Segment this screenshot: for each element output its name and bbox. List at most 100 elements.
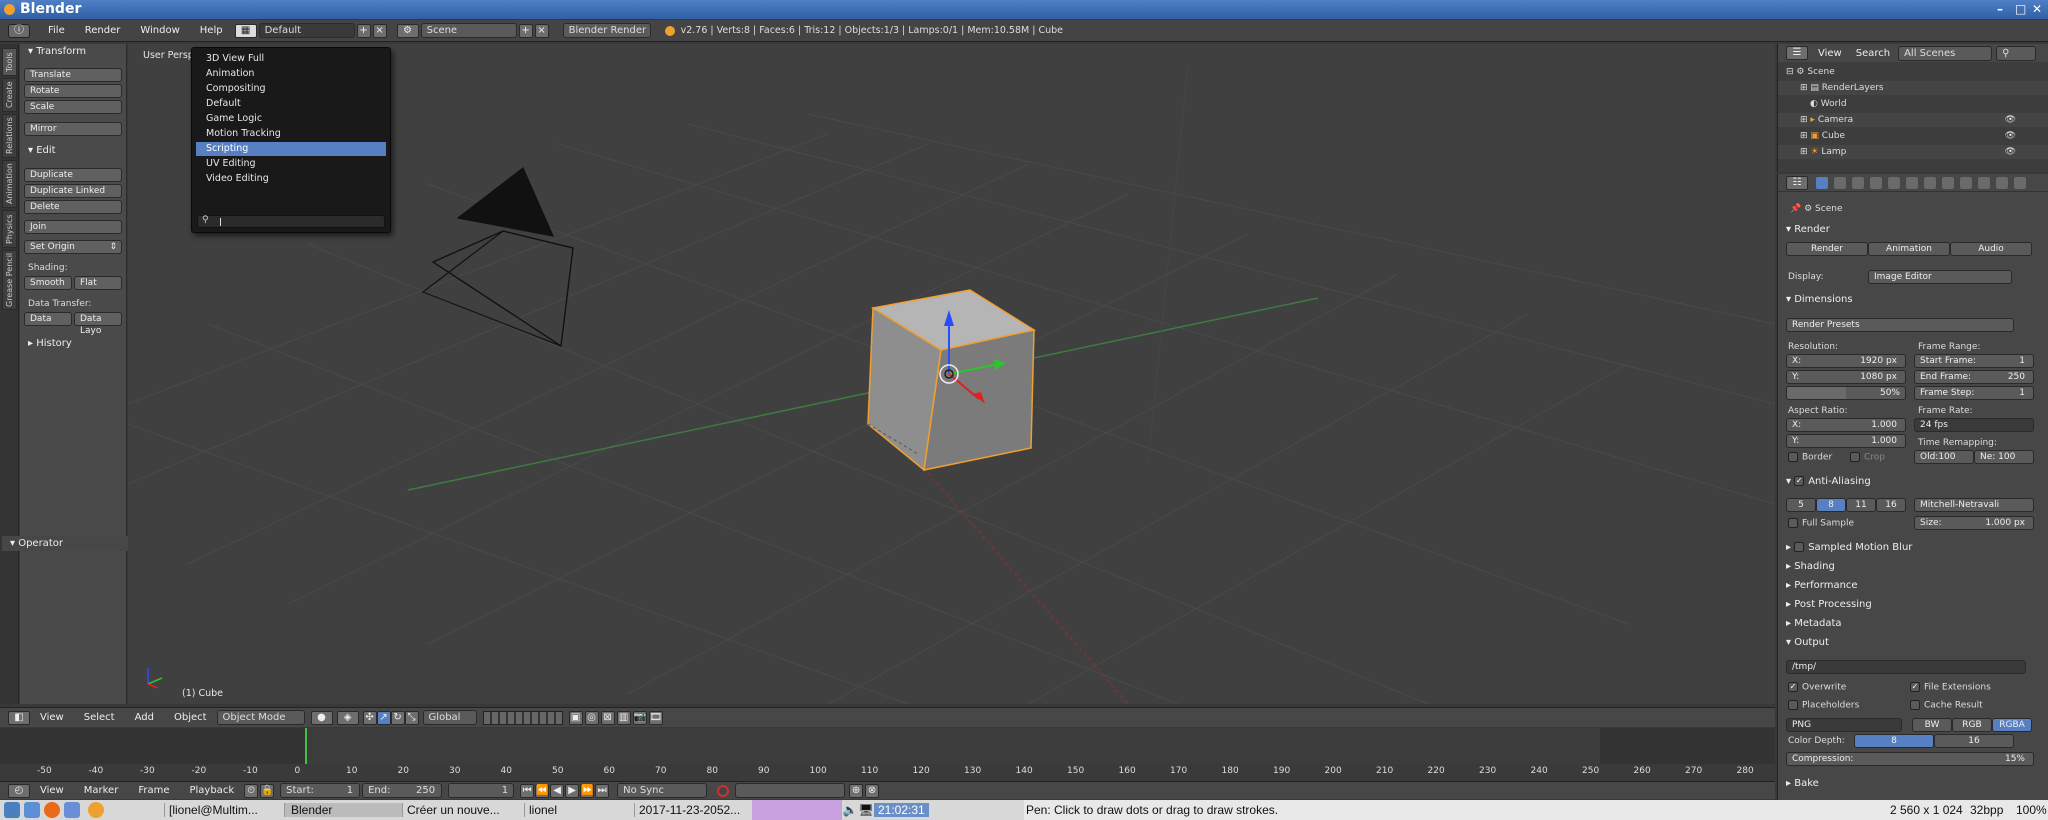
- frame-rate-select[interactable]: 24 fps: [1914, 418, 2034, 432]
- blender-launcher-icon[interactable]: [88, 802, 104, 818]
- render-panel-header[interactable]: ▾ Render: [1786, 224, 1830, 235]
- layout-option-animation[interactable]: Animation: [196, 67, 386, 81]
- tab-relations[interactable]: Relations: [2, 114, 17, 158]
- tab-grease-pencil[interactable]: Grease Pencil: [2, 250, 17, 310]
- bake-panel-header[interactable]: ▸ Bake: [1786, 778, 1819, 789]
- timeline-menu-playback[interactable]: Playback: [179, 785, 244, 796]
- color-bw-button[interactable]: BW: [1912, 718, 1952, 732]
- rotate-manipulator-icon[interactable]: ↻: [390, 710, 405, 725]
- jump-start-icon[interactable]: ⏮: [520, 783, 535, 798]
- world-tab-icon[interactable]: [1870, 176, 1882, 189]
- data-layout-button[interactable]: Data Layo: [74, 312, 122, 336]
- outliner-item-world[interactable]: ◐ World: [1778, 97, 2048, 111]
- aa-samples-11-button[interactable]: 11: [1846, 498, 1876, 512]
- pin-icon[interactable]: 📌: [1790, 204, 1801, 214]
- end-frame-field[interactable]: End: 250: [362, 783, 443, 798]
- checkbox-icon[interactable]: ✓: [1794, 476, 1805, 486]
- tab-animation[interactable]: Animation: [2, 160, 17, 208]
- resolution-y-field[interactable]: Y: 1080 px: [1786, 370, 1906, 384]
- add-layout-icon[interactable]: +: [356, 23, 371, 38]
- modifiers-tab-icon[interactable]: [1924, 176, 1936, 189]
- minimize-icon[interactable]: –: [1997, 0, 2003, 19]
- file-format-select[interactable]: PNG: [1786, 718, 1902, 732]
- outliner-display-select[interactable]: All Scenes: [1898, 45, 1993, 61]
- pivot-point-icon[interactable]: ◈: [336, 710, 359, 725]
- time-remap-new-field[interactable]: Ne: 100: [1974, 450, 2034, 464]
- visibility-eye-icon[interactable]: 👁: [2005, 113, 2016, 127]
- flat-button[interactable]: Flat: [74, 276, 122, 290]
- current-frame-indicator[interactable]: [305, 728, 307, 764]
- layout-option-uv-editing[interactable]: UV Editing: [196, 157, 386, 171]
- output-path-input[interactable]: /tmp/: [1786, 660, 2026, 674]
- screen-layout-icon[interactable]: ▦: [234, 23, 257, 38]
- translate-button[interactable]: Translate: [24, 68, 122, 82]
- preview-range-icon[interactable]: ⏲: [244, 783, 259, 798]
- menu-select[interactable]: Select: [74, 712, 125, 723]
- texture-tab-icon[interactable]: [1978, 176, 1990, 189]
- aa-filter-select[interactable]: Mitchell-Netravali: [1914, 498, 2034, 512]
- playback-controls[interactable]: ⏮ ⏪ ◀ ▶ ⏩ ⏭: [520, 783, 610, 798]
- mirror-button[interactable]: Mirror: [24, 122, 122, 136]
- history-panel-header[interactable]: ▸ History: [20, 336, 72, 351]
- delete-button[interactable]: Delete: [24, 200, 122, 214]
- scale-manipulator-icon[interactable]: ⤡: [404, 710, 419, 725]
- insert-keyframe-icon[interactable]: ⊕: [849, 783, 864, 798]
- outliner-search-input[interactable]: ⚲: [1996, 45, 2037, 61]
- viewport-shading-icon[interactable]: ●: [310, 710, 333, 725]
- dimensions-panel-header[interactable]: ▾ Dimensions: [1786, 294, 1853, 305]
- render-presets-select[interactable]: Render Presets: [1786, 318, 2014, 332]
- file-extensions-checkbox[interactable]: ✓ File Extensions: [1910, 682, 1991, 693]
- opengl-render-anim-icon[interactable]: 🎞: [648, 710, 663, 725]
- firefox-launcher-icon[interactable]: [44, 802, 60, 818]
- remove-layout-icon[interactable]: ×: [372, 23, 387, 38]
- start-frame-prop-field[interactable]: Start Frame: 1: [1914, 354, 2034, 368]
- menu-add[interactable]: Add: [125, 712, 164, 723]
- timeline-ruler[interactable]: -50 -40 -30 -20 -10 0 10 20 30 40 50 60 70 80 90 100 110…: [0, 764, 1775, 780]
- play-icon[interactable]: ▶: [565, 783, 580, 798]
- menu-view[interactable]: View: [30, 712, 74, 723]
- join-button[interactable]: Join: [24, 220, 122, 234]
- transform-panel-header[interactable]: ▾ Transform: [20, 44, 86, 59]
- constraints-tab-icon[interactable]: [1906, 176, 1918, 189]
- timeline-area[interactable]: -50 -40 -30 -20 -10 0 10 20 30 40 50 60 70 80 90 100 110…: [0, 728, 1775, 780]
- tab-physics[interactable]: Physics: [2, 210, 17, 248]
- snap-target-icon[interactable]: ▥: [616, 710, 631, 725]
- resolution-percentage-slider[interactable]: 50%: [1786, 386, 1906, 400]
- aa-samples-8-button[interactable]: 8: [1816, 498, 1846, 512]
- anti-aliasing-panel-header[interactable]: ▾ ✓ Anti-Aliasing: [1786, 476, 1871, 487]
- color-rgba-button[interactable]: RGBA: [1992, 718, 2032, 732]
- display-select[interactable]: Image Editor: [1868, 270, 2012, 284]
- outliner-item-scene[interactable]: ⊟ ⚙ Scene: [1778, 65, 2048, 79]
- layout-option-3d-view-full[interactable]: 3D View Full: [196, 52, 386, 66]
- proportional-edit-icon[interactable]: ◎: [584, 710, 599, 725]
- physics-tab-icon[interactable]: [2014, 176, 2026, 189]
- data-button[interactable]: Data: [24, 312, 72, 326]
- editor-type-timeline-icon[interactable]: ◴: [8, 783, 30, 798]
- object-tab-icon[interactable]: [1888, 176, 1900, 189]
- render-animation-button[interactable]: Animation: [1868, 242, 1950, 256]
- keying-set-field[interactable]: [735, 783, 846, 798]
- material-tab-icon[interactable]: [1960, 176, 1972, 189]
- jump-keyframe-back-icon[interactable]: ⏪: [535, 783, 550, 798]
- menu-file[interactable]: File: [38, 25, 75, 36]
- taskbar-item-image[interactable]: 2017-11-23-2052...: [634, 803, 752, 817]
- render-tab-icon[interactable]: [1816, 176, 1828, 189]
- volume-icon[interactable]: 🔈: [842, 803, 858, 817]
- files-launcher-icon[interactable]: [24, 802, 40, 818]
- outliner-item-cube[interactable]: ⊞ ▣ Cube 👁: [1778, 129, 2048, 143]
- add-scene-icon[interactable]: +: [518, 23, 533, 38]
- checkbox-icon[interactable]: [1794, 542, 1805, 552]
- metadata-panel-header[interactable]: ▸ Metadata: [1786, 618, 1842, 629]
- remove-scene-icon[interactable]: ×: [534, 23, 549, 38]
- duplicate-button[interactable]: Duplicate: [24, 168, 122, 182]
- output-panel-header[interactable]: ▾ Output: [1786, 637, 1829, 648]
- full-sample-checkbox[interactable]: Full Sample: [1788, 518, 1854, 529]
- maximize-icon[interactable]: □: [2015, 0, 2026, 19]
- opengl-render-icon[interactable]: 📷: [632, 710, 647, 725]
- outliner-item-lamp[interactable]: ⊞ ☀ Lamp 👁: [1778, 145, 2048, 159]
- translate-manipulator-icon[interactable]: ↗: [376, 710, 391, 725]
- operator-panel-header[interactable]: ▾ Operator: [2, 536, 128, 551]
- render-button[interactable]: Render: [1786, 242, 1868, 256]
- app-menu-icon[interactable]: [4, 802, 20, 818]
- rotate-button[interactable]: Rotate: [24, 84, 122, 98]
